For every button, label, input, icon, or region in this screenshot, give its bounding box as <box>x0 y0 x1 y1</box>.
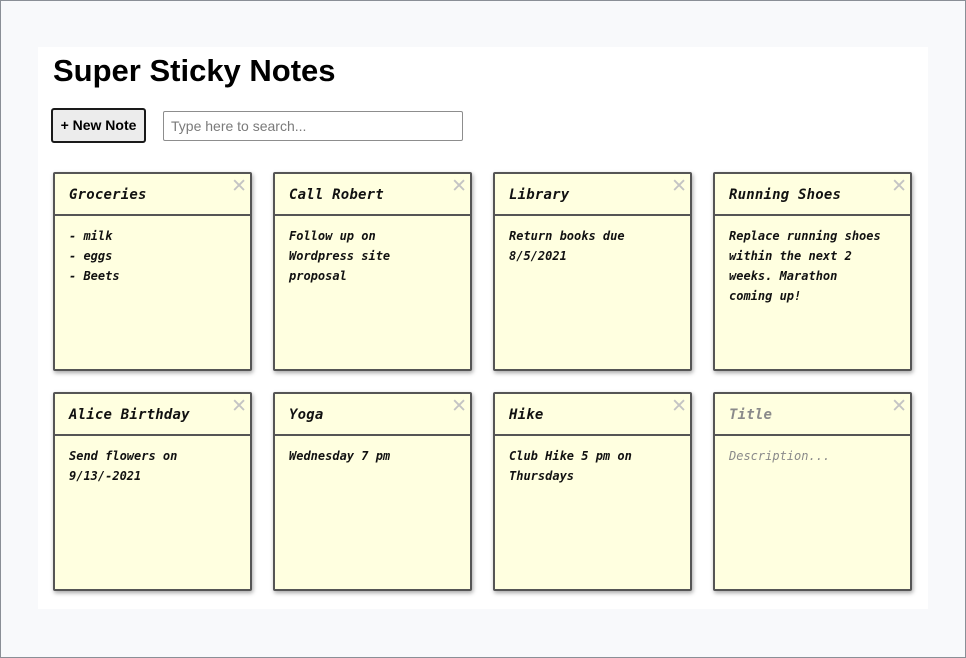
note-description-input[interactable]: - milk - eggs - Beets <box>69 226 239 286</box>
note-description-input[interactable]: Description... <box>729 446 899 466</box>
page-title: Super Sticky Notes <box>53 53 336 88</box>
close-icon[interactable]: ✕ <box>671 396 687 416</box>
close-icon[interactable]: ✕ <box>451 396 467 416</box>
note-card-new: Title ✕ Description... <box>713 392 912 591</box>
note-title-input[interactable]: Groceries <box>55 174 250 216</box>
close-icon[interactable]: ✕ <box>671 176 687 196</box>
note-title-input[interactable]: Call Robert <box>275 174 470 216</box>
note-description-input[interactable]: Club Hike 5 pm on Thursdays <box>509 446 679 486</box>
close-icon[interactable]: ✕ <box>891 176 907 196</box>
search-input[interactable] <box>163 111 463 141</box>
close-icon[interactable]: ✕ <box>891 396 907 416</box>
app-container: Super Sticky Notes + New Note Groceries … <box>38 47 928 609</box>
note-card: Hike ✕ Club Hike 5 pm on Thursdays <box>493 392 692 591</box>
note-title-input[interactable]: Alice Birthday <box>55 394 250 436</box>
note-title-input[interactable]: Title <box>715 394 910 436</box>
note-card: Call Robert ✕ Follow up on Wordpress sit… <box>273 172 472 371</box>
note-description-input[interactable]: Wednesday 7 pm <box>289 446 459 466</box>
note-title-input[interactable]: Running Shoes <box>715 174 910 216</box>
note-card: Library ✕ Return books due 8/5/2021 <box>493 172 692 371</box>
note-card: Running Shoes ✕ Replace running shoes wi… <box>713 172 912 371</box>
note-card: Alice Birthday ✕ Send flowers on 9/13/-2… <box>53 392 252 591</box>
close-icon[interactable]: ✕ <box>231 176 247 196</box>
note-title-input[interactable]: Yoga <box>275 394 470 436</box>
note-description-input[interactable]: Send flowers on 9/13/-2021 <box>69 446 239 486</box>
note-description-input[interactable]: Follow up on Wordpress site proposal <box>289 226 459 286</box>
note-title-input[interactable]: Hike <box>495 394 690 436</box>
new-note-button[interactable]: + New Note <box>51 108 146 143</box>
note-card: Groceries ✕ - milk - eggs - Beets <box>53 172 252 371</box>
note-description-input[interactable]: Return books due 8/5/2021 <box>509 226 679 266</box>
note-description-input[interactable]: Replace running shoes within the next 2 … <box>729 226 899 306</box>
note-title-input[interactable]: Library <box>495 174 690 216</box>
note-card: Yoga ✕ Wednesday 7 pm <box>273 392 472 591</box>
close-icon[interactable]: ✕ <box>231 396 247 416</box>
close-icon[interactable]: ✕ <box>451 176 467 196</box>
